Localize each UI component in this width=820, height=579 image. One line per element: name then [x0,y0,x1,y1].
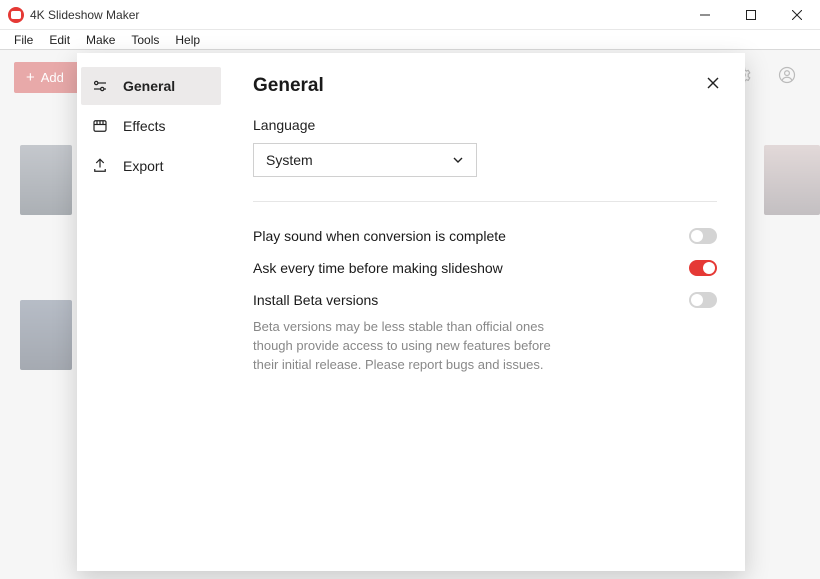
sidebar-item-general[interactable]: General [81,67,221,105]
language-select[interactable]: System [253,143,477,177]
ask-before-toggle[interactable] [689,260,717,276]
option-label: Install Beta versions [253,292,378,308]
option-label: Play sound when conversion is complete [253,228,506,244]
install-beta-toggle[interactable] [689,292,717,308]
effects-icon [91,117,109,135]
sidebar-item-label: Export [123,158,163,174]
option-install-beta: Install Beta versions [253,284,717,316]
play-sound-toggle[interactable] [689,228,717,244]
close-window-button[interactable] [774,0,820,30]
app-body: + Add General Effects [0,50,820,579]
menu-help[interactable]: Help [167,31,208,49]
language-value: System [266,152,313,168]
sidebar-item-label: Effects [123,118,166,134]
menu-make[interactable]: Make [78,31,123,49]
sidebar-item-export[interactable]: Export [81,147,221,185]
sidebar-item-effects[interactable]: Effects [81,107,221,145]
settings-dialog: General Effects Export General Language … [77,53,745,571]
menubar: File Edit Make Tools Help [0,30,820,50]
panel-title: General [253,75,717,97]
menu-tools[interactable]: Tools [123,31,167,49]
titlebar: 4K Slideshow Maker [0,0,820,30]
menu-file[interactable]: File [6,31,41,49]
minimize-button[interactable] [682,0,728,30]
option-ask-before: Ask every time before making slideshow [253,252,717,284]
settings-sidebar: General Effects Export [77,53,225,571]
export-icon [91,157,109,175]
settings-panel: General Language System Play sound when … [225,53,745,571]
option-play-sound: Play sound when conversion is complete [253,220,717,252]
divider [253,201,717,202]
close-icon [707,77,719,89]
close-dialog-button[interactable] [701,71,725,95]
app-icon [8,7,24,23]
chevron-down-icon [452,154,464,166]
menu-edit[interactable]: Edit [41,31,78,49]
option-label: Ask every time before making slideshow [253,260,503,276]
beta-description: Beta versions may be less stable than of… [253,318,573,375]
language-label: Language [253,117,717,133]
sliders-icon [91,77,109,95]
window-title: 4K Slideshow Maker [30,8,139,22]
sidebar-item-label: General [123,78,175,94]
maximize-button[interactable] [728,0,774,30]
window-controls [682,0,820,30]
